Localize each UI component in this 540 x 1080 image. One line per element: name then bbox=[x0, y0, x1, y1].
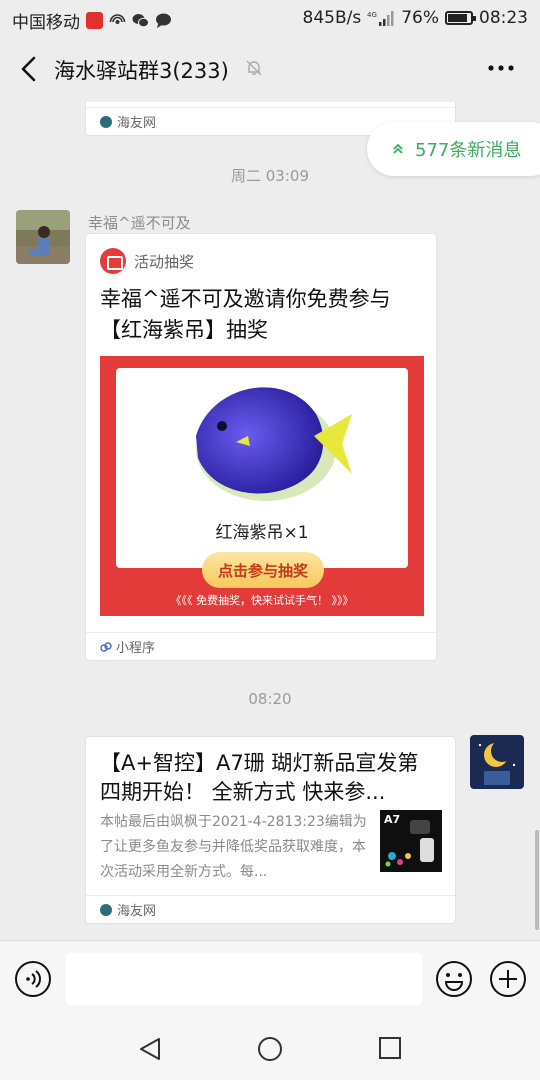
double-chevron-up-icon bbox=[393, 143, 403, 154]
prize-panel: 红海紫吊×1 点击参与抽奖 bbox=[116, 368, 408, 588]
huawei-app-icon bbox=[86, 12, 103, 29]
message-icon bbox=[156, 13, 171, 28]
site-logo-icon bbox=[100, 115, 112, 128]
card-source: 海友网 bbox=[117, 904, 157, 919]
nav-back-icon[interactable] bbox=[137, 1036, 163, 1062]
card-source-row: 海友网 bbox=[86, 895, 455, 923]
mini-program-name: 活动抽奖 bbox=[134, 252, 195, 271]
svg-text:4G: 4G bbox=[367, 11, 377, 19]
avatar[interactable] bbox=[16, 210, 70, 264]
mini-program-header: 活动抽奖 bbox=[100, 248, 194, 274]
new-messages-label: 577条新消息 bbox=[415, 140, 522, 161]
back-arrow-icon[interactable] bbox=[18, 56, 42, 82]
carrier-name: 中国移动 bbox=[12, 13, 80, 33]
nav-recent-apps-icon[interactable] bbox=[378, 1036, 402, 1060]
article-thumbnail: A7 bbox=[380, 810, 442, 872]
mini-program-card[interactable]: 活动抽奖 幸福^遥不可及邀请你免费参与【红海紫吊】抽奖 红海紫吊×1 点击参与抽… bbox=[85, 233, 437, 661]
chat-header: 海水驿站群3(233) bbox=[0, 36, 540, 102]
free-lottery-tip: 《《《 免费抽奖，快来试试手气！ 》》》 bbox=[100, 592, 424, 608]
my-avatar[interactable] bbox=[470, 735, 524, 789]
system-nav-bar bbox=[0, 1016, 540, 1080]
tip-right-arrows: 》》》 bbox=[331, 594, 354, 607]
card-source: 海友网 bbox=[117, 116, 157, 131]
nav-home-icon[interactable] bbox=[257, 1036, 283, 1062]
wechat-icon bbox=[132, 14, 149, 28]
avatar-photo bbox=[16, 210, 70, 264]
link-card[interactable]: 【A+智控】A7珊 瑚灯新品宣发第四期开始！ 全新方式 快来参... 本帖最后由… bbox=[85, 736, 456, 924]
hotspot-icon bbox=[109, 14, 126, 24]
signal-icon: 4G bbox=[367, 10, 394, 26]
mini-program-footer: 小程序 bbox=[86, 632, 436, 660]
moon-avatar-image bbox=[470, 735, 524, 789]
battery-percent: 76% bbox=[401, 8, 439, 28]
mute-bell-icon bbox=[246, 60, 262, 76]
chat-title: 海水驿站群3(233) bbox=[54, 59, 229, 83]
sender-name: 幸福^遥不可及 bbox=[88, 214, 191, 232]
article-description: 本帖最后由飒枫于2021-4-2813:23编辑为了让更多鱼友参与并降低奖品获取… bbox=[100, 814, 367, 880]
lottery-title: 幸福^遥不可及邀请你免费参与【红海紫吊】抽奖 bbox=[100, 287, 391, 342]
input-bar bbox=[0, 940, 540, 1016]
battery-icon bbox=[445, 11, 476, 25]
prize-banner: 红海紫吊×1 点击参与抽奖 《《《 免费抽奖，快来试试手气！ 》》》 bbox=[100, 356, 424, 616]
more-options-icon[interactable] bbox=[488, 64, 514, 72]
join-lottery-button[interactable]: 点击参与抽奖 bbox=[202, 552, 324, 588]
prize-name: 红海紫吊×1 bbox=[215, 523, 309, 543]
scrollbar[interactable] bbox=[535, 830, 539, 930]
mini-program-icon bbox=[100, 641, 112, 652]
timestamp: 周二 03:09 bbox=[231, 167, 309, 185]
clock: 08:23 bbox=[479, 8, 528, 28]
tip-text: 免费抽奖，快来试试手气！ bbox=[196, 594, 328, 607]
timestamp: 08:20 bbox=[248, 690, 292, 708]
gift-icon bbox=[100, 248, 126, 274]
purple-tang-fish-image bbox=[196, 387, 352, 501]
plus-icon[interactable] bbox=[489, 960, 527, 998]
network-speed: 845B/s bbox=[302, 8, 362, 28]
message-input[interactable] bbox=[66, 953, 422, 1005]
site-logo-icon bbox=[100, 903, 112, 916]
voice-input-icon[interactable] bbox=[14, 960, 52, 998]
thumbnail-label: A7 bbox=[384, 813, 401, 826]
tip-left-arrows: 《《《 bbox=[170, 594, 193, 607]
emoji-icon[interactable] bbox=[435, 960, 473, 998]
mini-program-label: 小程序 bbox=[116, 641, 156, 656]
article-title: 【A+智控】A7珊 瑚灯新品宣发第四期开始！ 全新方式 快来参... bbox=[100, 751, 419, 804]
status-bar: 中国移动 845B/s 4G 76% 08:23 bbox=[0, 0, 540, 36]
chat-message-list[interactable]: 海友网 577条新消息 周二 03:09 幸福^遥不可及 活动抽奖 幸福^遥不可… bbox=[0, 102, 540, 940]
